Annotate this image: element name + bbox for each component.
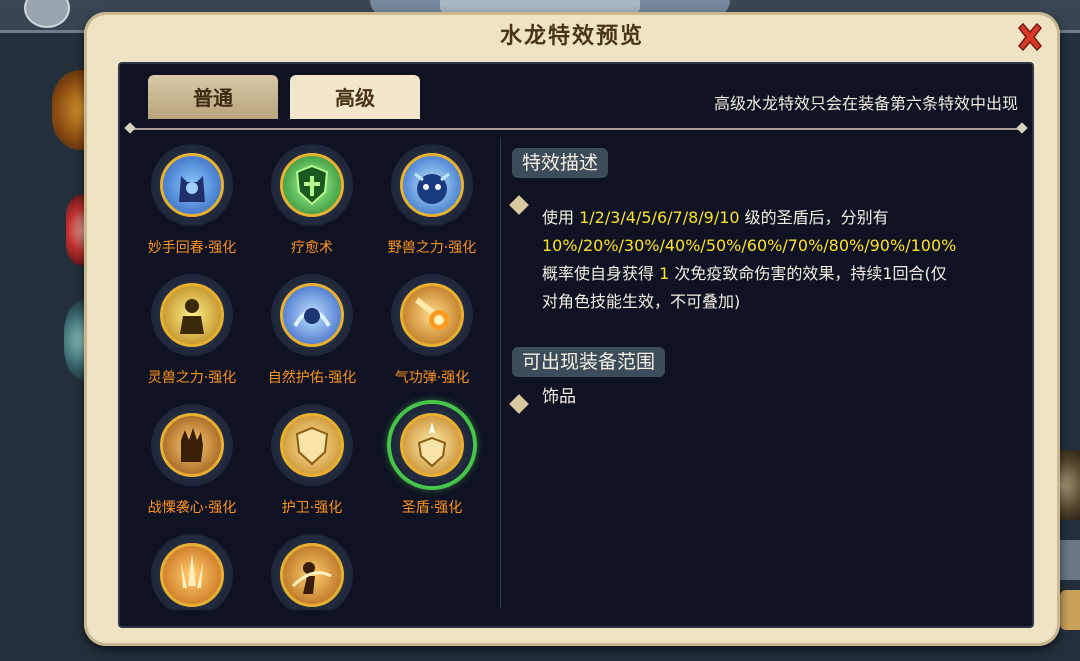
skill-item[interactable] (132, 534, 252, 610)
skill-label: 妙手回春·强化 (147, 240, 237, 256)
holy-shield-icon (417, 422, 447, 468)
skill-item[interactable]: 野兽之力·强化 (372, 144, 492, 268)
close-icon (1018, 22, 1042, 52)
divider (500, 138, 501, 608)
beast-face-icon (414, 172, 450, 204)
tab-advanced[interactable]: 高级 (290, 75, 420, 119)
effect-description: 使用 1/2/3/4/5/6/7/8/9/10 级的圣盾后，分别有 10%/20… (542, 204, 962, 316)
skill-label: 战慄袭心·强化 (147, 500, 237, 516)
desc-chances: 10%/20%/30%/40%/50%/60%/70%/80%/90%/100% (542, 236, 957, 255)
desc-text: 使用 (542, 208, 580, 227)
cat-healer-icon (179, 176, 205, 202)
skill-item[interactable]: 护卫·强化 (252, 404, 372, 528)
range-title: 可出现装备范围 (512, 347, 666, 377)
skill-item[interactable]: 疗愈术 (252, 144, 372, 268)
fireball-icon (415, 297, 449, 330)
nature-guard-icon (293, 308, 331, 328)
skill-item[interactable] (252, 534, 372, 610)
skill-label: 护卫·强化 (281, 500, 343, 516)
skill-label: 自然护佑·强化 (267, 370, 357, 386)
skill-item[interactable]: 气功弹·强化 (372, 274, 492, 398)
green-shield-icon (295, 164, 329, 206)
skill-label: 灵兽之力·强化 (147, 370, 237, 386)
dialog-content: 普通 高级 高级水龙特效只会在装备第六条特效中出现 妙手回春·强化 疗愈术 野兽… (118, 62, 1034, 628)
effect-preview-dialog: 水龙特效预览 普通 高级 高级水龙特效只会在装备第六条特效中出现 妙手回春·强化… (84, 12, 1060, 646)
skill-item[interactable]: 战慄袭心·强化 (132, 404, 252, 528)
dialog-title: 水龙特效预览 (499, 24, 644, 49)
tab-normal[interactable]: 普通 (148, 75, 278, 119)
skill-label: 气功弹·强化 (394, 370, 470, 386)
divider (130, 128, 1022, 130)
close-button[interactable] (1013, 20, 1047, 54)
equipment-range: 饰品 (542, 387, 576, 407)
skill-item[interactable]: 灵兽之力·强化 (132, 274, 252, 398)
skill-label: 疗愈术 (291, 240, 333, 256)
bullet-icon (509, 394, 529, 414)
desc-count: 1 (659, 264, 670, 283)
skill-item[interactable]: 妙手回春·强化 (132, 144, 252, 268)
skill-item[interactable]: 自然护佑·强化 (252, 274, 372, 398)
skill-label: 圣盾·强化 (401, 500, 463, 516)
spear-burst-icon (181, 554, 203, 588)
spin-strike-icon (291, 562, 332, 594)
beast-spirit-icon (180, 299, 204, 334)
desc-text: 级的圣盾后，分别有 (739, 208, 889, 227)
skill-grid[interactable]: 妙手回春·强化 疗愈术 野兽之力·强化 灵兽之力·强化 自然护佑·强化 气功弹·… (132, 144, 492, 610)
skill-label: 野兽之力·强化 (387, 240, 477, 256)
advanced-notice: 高级水龙特效只会在装备第六条特效中出现 (713, 94, 1018, 113)
bullet-icon (509, 195, 529, 215)
background-button (1060, 590, 1080, 630)
desc-levels: 1/2/3/4/5/6/7/8/9/10 (579, 208, 740, 227)
desc-text: 概率使自身获得 (542, 264, 660, 283)
guard-shield-icon (295, 426, 329, 466)
description-title: 特效描述 (512, 148, 609, 178)
skill-item-selected[interactable]: 圣盾·强化 (372, 404, 492, 528)
dark-hand-icon (181, 428, 203, 462)
